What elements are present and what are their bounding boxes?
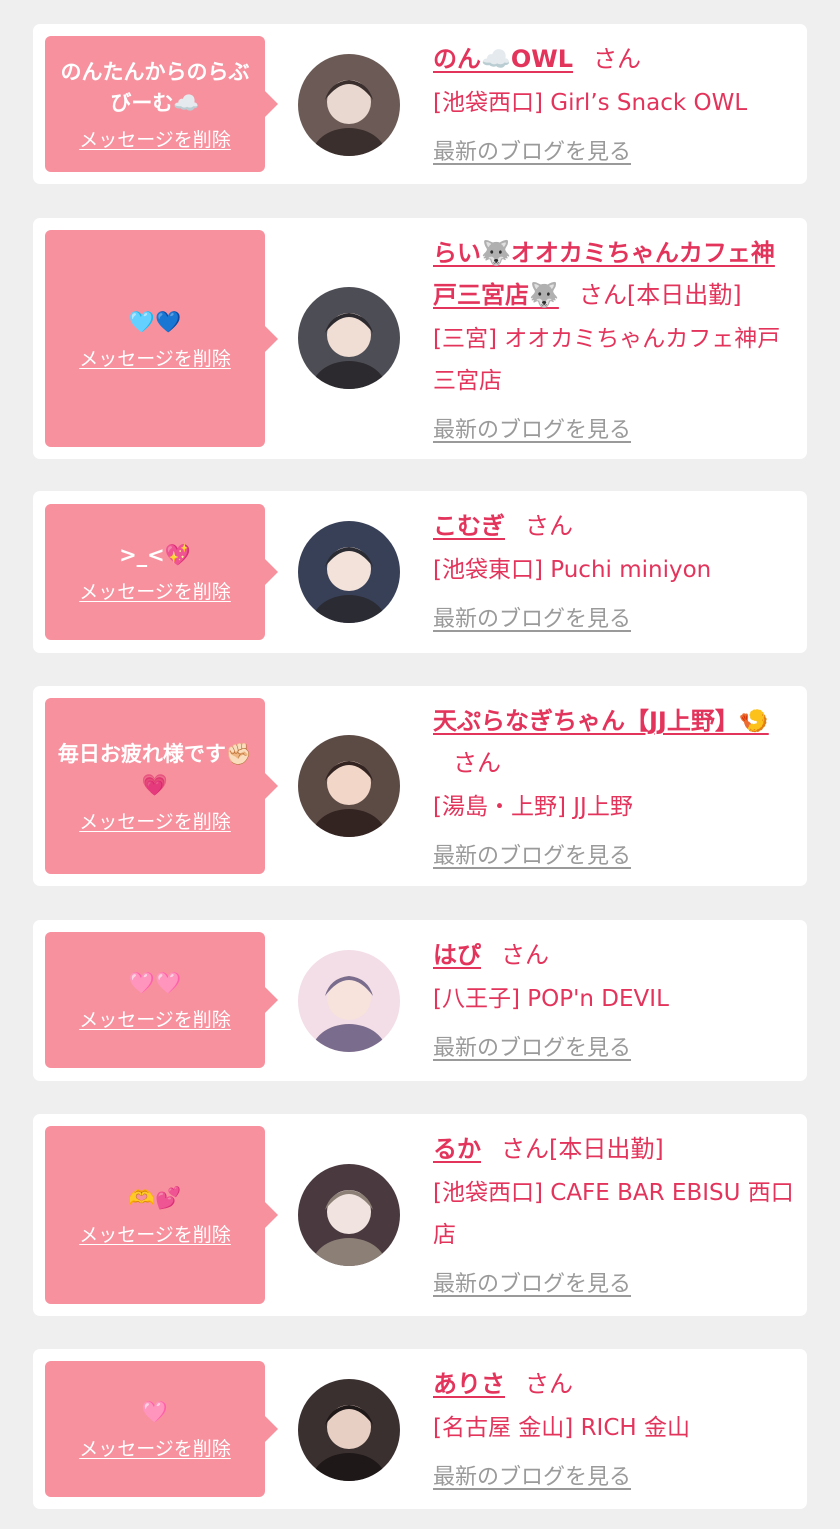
message-card: のんたんからのらぶびーむ☁️ メッセージを削除 のん☁️OWL さん [池袋西口] Gi… [33, 24, 807, 184]
profile-photo-icon[interactable] [298, 54, 400, 156]
message-text: >_<💖 [119, 543, 191, 567]
message-text: 毎日お疲れ様です✊🏻💗 [57, 741, 253, 797]
latest-blog-link[interactable]: 最新のブログを見る [433, 840, 631, 874]
shop-label: [八王子] POP'n DEVIL [433, 986, 669, 1012]
cast-info: らい🐺オオカミちゃんカフェ神戸三宮店🐺 さん[本日出勤] [三宮] オオカミちゃんカ… [433, 232, 797, 448]
working-today-badge: [本日出勤] [626, 281, 742, 309]
message-text: 🫶💕 [128, 1186, 182, 1210]
delete-message-link[interactable]: メッセージを削除 [79, 577, 231, 604]
message-bubble: 🩵💙 メッセージを削除 [45, 230, 278, 447]
message-card: 毎日お疲れ様です✊🏻💗 メッセージを削除 天ぷらなぎちゃん【JJ上野】🍤 さん [湯島・… [33, 686, 807, 886]
shop-label: [池袋東口] Puchi miniyon [433, 557, 712, 583]
delete-message-link[interactable]: メッセージを削除 [79, 125, 231, 152]
cast-name-link[interactable]: るか [433, 1135, 481, 1163]
shop-label: [三宮] オオカミちゃんカフェ神戸三宮店 [433, 326, 781, 394]
delete-message-link[interactable]: メッセージを削除 [79, 344, 231, 371]
shop-label: [池袋西口] Girl’s Snack OWL [433, 90, 748, 116]
delete-message-link[interactable]: メッセージを削除 [79, 1220, 231, 1247]
honorific-label: さん [525, 512, 573, 540]
latest-blog-link[interactable]: 最新のブログを見る [433, 603, 631, 637]
profile-photo-icon[interactable] [298, 950, 400, 1052]
shop-label: [湯島・上野] JJ上野 [433, 794, 633, 820]
delete-message-link[interactable]: メッセージを削除 [79, 1005, 231, 1032]
honorific-label: さん [453, 749, 501, 777]
message-card: 🩵💙 メッセージを削除 らい🐺オオカミちゃんカフェ神戸三宮店🐺 さん[本日出勤] [三宮… [33, 218, 807, 459]
name-line: こむぎ さん [433, 505, 797, 547]
cast-name-link[interactable]: 天ぷらなぎちゃん【JJ上野】🍤 [433, 707, 769, 735]
latest-blog-link[interactable]: 最新のブログを見る [433, 1461, 631, 1495]
favorite-message-list: のんたんからのらぶびーむ☁️ メッセージを削除 のん☁️OWL さん [池袋西口] Gi… [0, 0, 840, 1529]
name-line: らい🐺オオカミちゃんカフェ神戸三宮店🐺 さん[本日出勤] [433, 232, 797, 316]
honorific-label: さん [501, 941, 549, 969]
name-line: ありさ さん [433, 1363, 797, 1405]
cast-info: るか さん[本日出勤] [池袋西口] CAFE BAR EBISU 西口店最新のブロ… [433, 1128, 797, 1302]
name-line: るか さん[本日出勤] [433, 1128, 797, 1170]
message-bubble: 🫶💕 メッセージを削除 [45, 1126, 278, 1304]
profile-photo-icon[interactable] [298, 1379, 400, 1481]
message-bubble: 🩷🩷 メッセージを削除 [45, 932, 278, 1068]
cast-name-link[interactable]: はぴ [433, 941, 481, 969]
delete-message-link[interactable]: メッセージを削除 [79, 807, 231, 834]
cast-info: はぴ さん [八王子] POP'n DEVIL 最新のブログを見る [433, 934, 797, 1066]
message-card: 🩷 メッセージを削除 ありさ さん [名古屋 金山] RICH 金山最新のブログを見る [33, 1349, 807, 1509]
latest-blog-link[interactable]: 最新のブログを見る [433, 414, 631, 448]
honorific-label: さん [501, 1135, 549, 1163]
message-text: 🩵💙 [128, 309, 182, 334]
honorific-label: さん [593, 45, 642, 73]
honorific-label: さん [578, 281, 627, 309]
name-line: はぴ さん [433, 934, 797, 976]
message-bubble: のんたんからのらぶびーむ☁️ メッセージを削除 [45, 36, 278, 172]
message-bubble: 🩷 メッセージを削除 [45, 1361, 278, 1497]
delete-message-link[interactable]: メッセージを削除 [79, 1434, 231, 1461]
cast-info: こむぎ さん [池袋東口] Puchi miniyon 最新のブログを見る [433, 505, 797, 637]
message-card: 🩷🩷 メッセージを削除 はぴ さん [八王子] POP'n DEVIL 最新のブログを見る [33, 920, 807, 1081]
shop-label: [池袋西口] CAFE BAR EBISU 西口店 [433, 1180, 794, 1248]
profile-photo-icon[interactable] [298, 287, 400, 389]
cast-info: 天ぷらなぎちゃん【JJ上野】🍤 さん [湯島・上野] JJ上野最新のブログを見る [433, 700, 797, 874]
profile-photo-icon[interactable] [298, 735, 400, 837]
cast-info: のん☁️OWL さん [池袋西口] Girl’s Snack OWL 最新のブログを見… [433, 38, 797, 170]
message-text: 🩷🩷 [128, 971, 182, 995]
cast-name-link[interactable]: こむぎ [433, 512, 505, 540]
cast-info: ありさ さん [名古屋 金山] RICH 金山最新のブログを見る [433, 1363, 797, 1495]
message-card: 🫶💕 メッセージを削除 るか さん[本日出勤] [池袋西口] CAFE BAR EBIS… [33, 1114, 807, 1316]
message-card: >_<💖 メッセージを削除 こむぎ さん [池袋東口] Puchi miniyon 最新の… [33, 491, 807, 653]
latest-blog-link[interactable]: 最新のブログを見る [433, 1268, 631, 1302]
shop-label: [名古屋 金山] RICH 金山 [433, 1415, 690, 1441]
message-bubble: 毎日お疲れ様です✊🏻💗 メッセージを削除 [45, 698, 278, 874]
name-line: 天ぷらなぎちゃん【JJ上野】🍤 さん [433, 700, 797, 784]
honorific-label: さん [525, 1370, 573, 1398]
cast-name-link[interactable]: のん☁️OWL [433, 45, 573, 73]
cast-name-link[interactable]: ありさ [433, 1370, 505, 1398]
profile-photo-icon[interactable] [298, 1164, 400, 1266]
profile-photo-icon[interactable] [298, 521, 400, 623]
name-line: のん☁️OWL さん [433, 38, 797, 80]
message-text: 🩷 [141, 1400, 169, 1424]
message-bubble: >_<💖 メッセージを削除 [45, 504, 278, 640]
latest-blog-link[interactable]: 最新のブログを見る [433, 1032, 631, 1066]
latest-blog-link[interactable]: 最新のブログを見る [433, 136, 631, 170]
message-text: のんたんからのらぶびーむ☁️ [60, 59, 250, 115]
working-today-badge: [本日出勤] [549, 1135, 664, 1163]
